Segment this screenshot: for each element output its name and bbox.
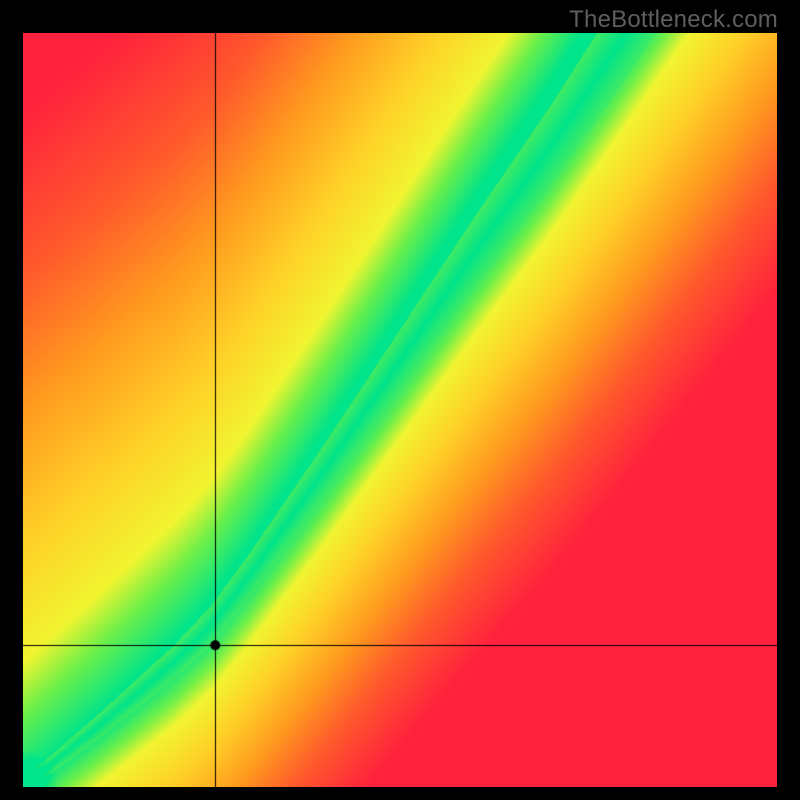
bottleneck-heatmap [23,33,777,787]
watermark-text: TheBottleneck.com [569,6,778,34]
chart-frame: TheBottleneck.com [0,0,800,800]
